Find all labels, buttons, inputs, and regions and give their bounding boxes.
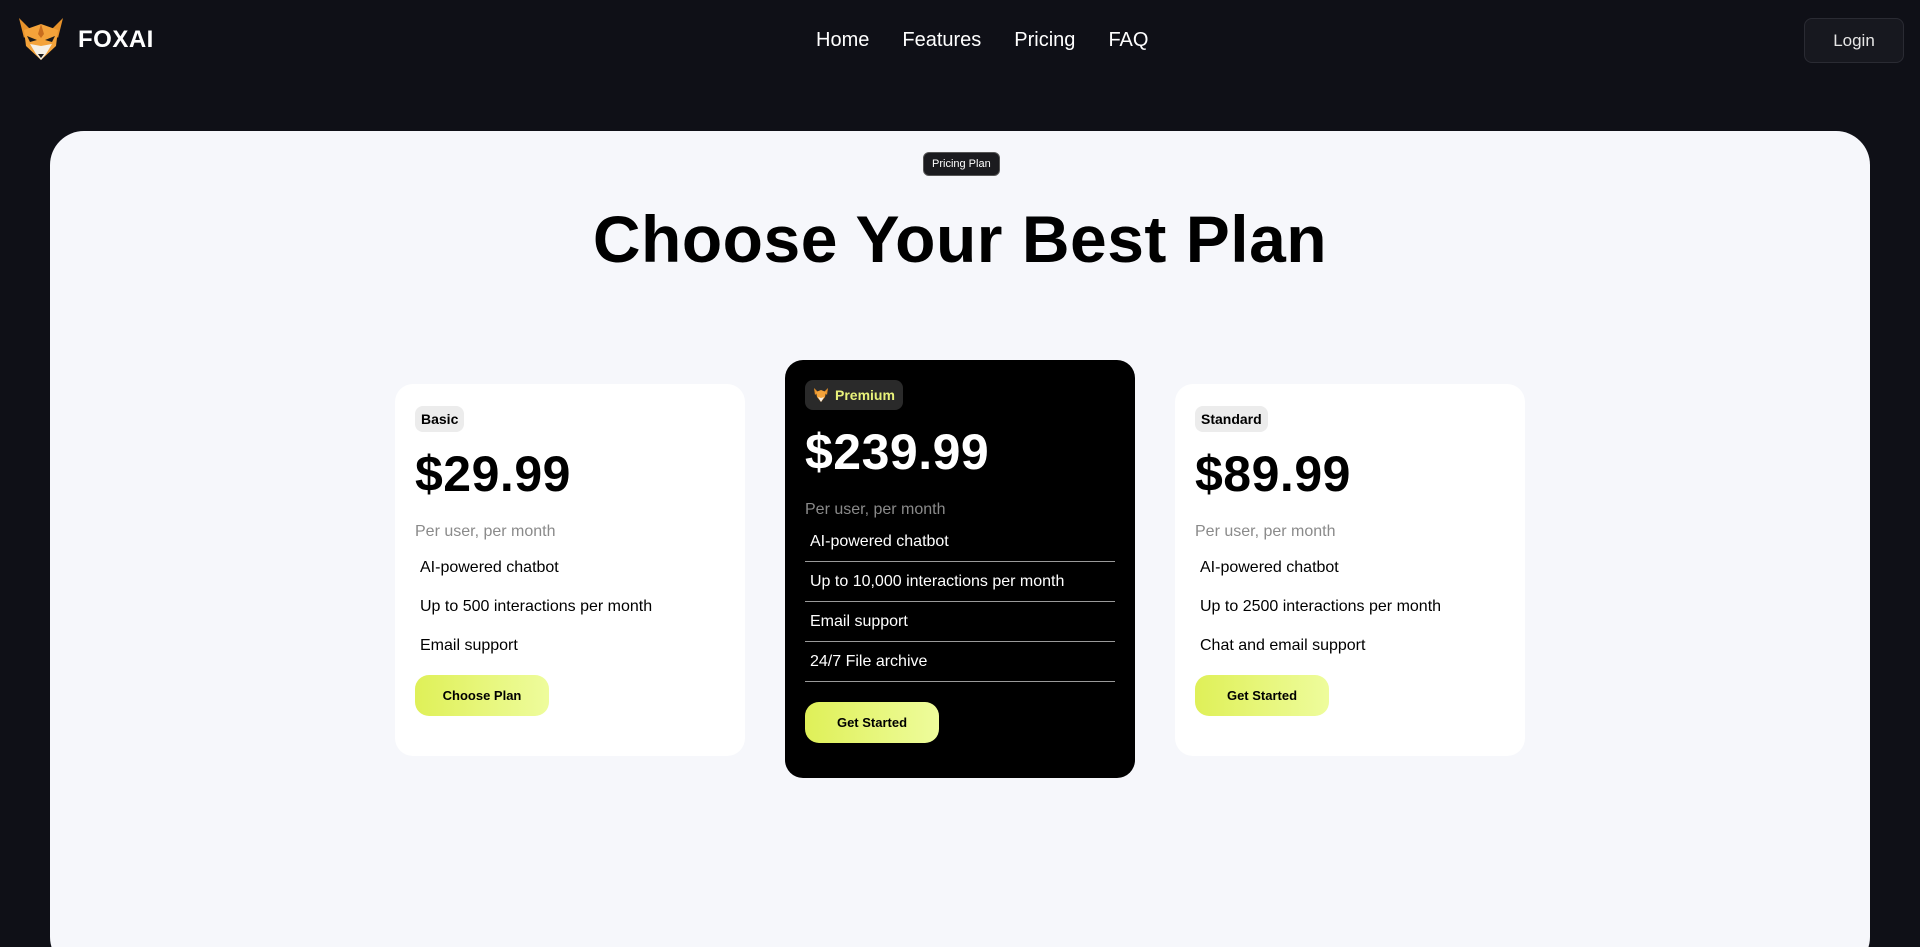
- plan-period: Per user, per month: [1195, 523, 1336, 540]
- plan-price: $89.99: [1195, 446, 1351, 502]
- nav-home[interactable]: Home: [816, 27, 869, 53]
- brand[interactable]: FOXAI: [16, 16, 154, 64]
- feature-item: Up to 2500 interactions per month: [1200, 598, 1442, 615]
- nav-pricing[interactable]: Pricing: [1014, 27, 1075, 53]
- feature-item: 24/7 File archive: [805, 642, 1115, 682]
- get-started-button[interactable]: Get Started: [1195, 675, 1329, 716]
- feature-list: AI-powered chatbot Up to 2500 interactio…: [1195, 548, 1505, 665]
- brand-name: FOXAI: [78, 26, 154, 53]
- plan-price: $29.99: [415, 446, 571, 502]
- feature-item: AI-powered chatbot: [1200, 559, 1339, 576]
- get-started-button[interactable]: Get Started: [805, 702, 939, 743]
- plan-card-premium: Premium $239.99 Per user, per month AI-p…: [785, 360, 1135, 778]
- login-button[interactable]: Login: [1804, 18, 1904, 63]
- page-title: Choose Your Best Plan: [592, 202, 1328, 276]
- plan-card-standard: Standard $89.99 Per user, per month AI-p…: [1175, 384, 1525, 756]
- main-nav: Home Features Pricing FAQ: [816, 27, 1181, 53]
- feature-item: Email support: [805, 602, 1115, 642]
- feature-item: Email support: [420, 637, 518, 654]
- feature-item: AI-powered chatbot: [420, 559, 559, 576]
- choose-plan-button[interactable]: Choose Plan: [415, 675, 549, 716]
- nav-faq[interactable]: FAQ: [1108, 27, 1148, 53]
- feature-item: Up to 10,000 interactions per month: [805, 562, 1115, 602]
- feature-item: Up to 500 interactions per month: [420, 598, 653, 615]
- feature-item: AI-powered chatbot: [805, 522, 1115, 562]
- plan-badge-label: Basic: [421, 411, 459, 427]
- feature-list: AI-powered chatbot Up to 10,000 interact…: [805, 522, 1115, 682]
- plan-badge-label: Premium: [835, 387, 895, 403]
- plan-badge: Standard: [1195, 406, 1268, 432]
- top-navbar: FOXAI Home Features Pricing FAQ Login: [0, 0, 1920, 80]
- fox-icon: [814, 388, 828, 402]
- plan-price: $239.99: [805, 424, 990, 480]
- section-tag: Pricing Plan: [923, 152, 1000, 176]
- plan-period: Per user, per month: [415, 523, 556, 540]
- plan-badge: Basic: [415, 406, 465, 432]
- plan-badge: Premium: [805, 380, 903, 410]
- feature-item: Chat and email support: [1200, 637, 1366, 654]
- feature-list: AI-powered chatbot Up to 500 interaction…: [415, 548, 725, 665]
- fox-logo-icon: [19, 18, 63, 60]
- plan-period: Per user, per month: [805, 501, 946, 518]
- plan-badge-label: Standard: [1201, 411, 1262, 427]
- nav-features[interactable]: Features: [902, 27, 981, 53]
- pricing-panel: Pricing Plan Choose Your Best Plan Basic…: [50, 131, 1870, 947]
- plan-card-basic: Basic $29.99 Per user, per month AI-powe…: [395, 384, 745, 756]
